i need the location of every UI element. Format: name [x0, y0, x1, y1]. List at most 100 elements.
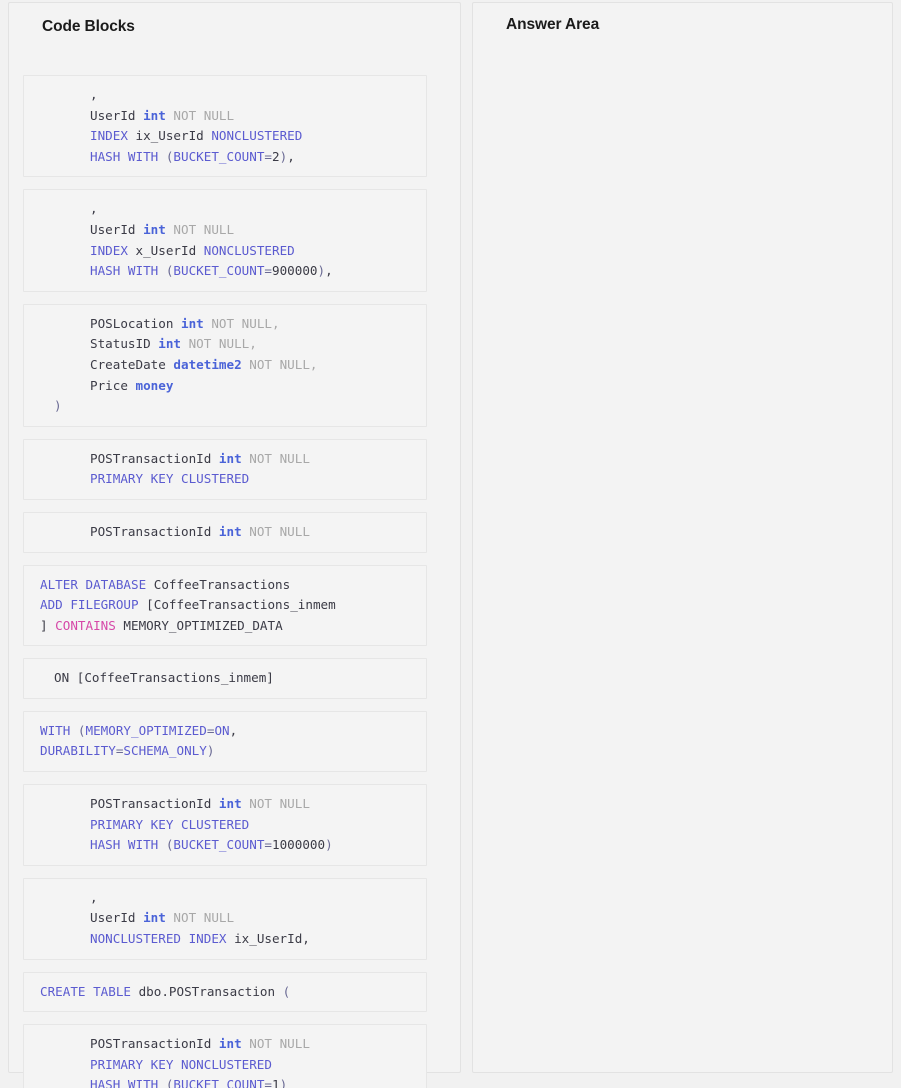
code-line: ,: [24, 888, 420, 909]
code-token: ]: [40, 617, 56, 633]
code-token: int: [218, 450, 242, 466]
drag-drop-exhibit: Code Blocks , UserId int NOT NULL INDEX ix…: [0, 0, 901, 1088]
code-line: ] CONTAINS MEMORY_OPTIMIZED_DATA: [24, 616, 420, 637]
code-block[interactable]: , UserId int NOT NULL INDEX x_UserId NONCL…: [23, 189, 427, 292]
code-token: DURABILITY: [40, 743, 116, 759]
code-token: INDEX: [90, 128, 128, 144]
code-token: ): [279, 1077, 288, 1088]
code-token: BUCKET_COUNT: [173, 263, 265, 279]
code-token: =: [264, 148, 273, 164]
code-line: UserId int NOT NULL: [24, 106, 420, 127]
code-token: NOT NULL,: [203, 315, 280, 331]
code-block[interactable]: POSTransactionId int NOT NULL PRIMARY KEY…: [23, 438, 427, 500]
code-line: HASH WITH (BUCKET_COUNT=1000000): [24, 835, 420, 856]
code-token: POSTransactionId: [90, 796, 219, 812]
code-line: DURABILITY=SCHEMA_ONLY): [24, 741, 420, 762]
code-line: ): [24, 396, 420, 417]
code-line: NONCLUSTERED INDEX ix_UserId,: [24, 929, 420, 950]
code-token: HASH WITH: [90, 837, 166, 853]
code-line: ADD FILEGROUP [CoffeeTransactions_inmem: [24, 595, 420, 616]
code-token: CreateDate: [90, 356, 174, 372]
code-token: PRIMARY KEY NONCLUSTERED: [90, 1056, 272, 1072]
code-block[interactable]: ALTER DATABASE CoffeeTransactions ADD FIL…: [23, 564, 427, 647]
answer-area-panel[interactable]: Answer Area: [472, 2, 893, 1073]
code-token: PRIMARY KEY CLUSTERED: [90, 471, 250, 487]
code-line: POSTransactionId int NOT NULL: [24, 794, 420, 815]
code-block[interactable]: POSTransactionId int NOT NULL PRIMARY KEY…: [23, 1024, 427, 1088]
code-token: StatusID: [90, 336, 159, 352]
code-token: NOT NULL: [241, 450, 310, 466]
code-token: ix_UserId: [127, 128, 212, 144]
code-token: int: [143, 107, 166, 123]
code-line: PRIMARY KEY CLUSTERED: [24, 469, 420, 490]
code-token: =: [264, 1077, 273, 1088]
code-line: CreateDate datetime2 NOT NULL,: [24, 355, 420, 376]
code-token: ): [54, 398, 62, 414]
code-token: MEMORY_OPTIMIZED: [85, 722, 207, 738]
code-line: ALTER DATABASE CoffeeTransactions: [24, 575, 420, 596]
code-token: [CoffeeTransactions_inmem]: [69, 670, 274, 686]
code-blocks-title: Code Blocks: [42, 18, 135, 35]
code-block[interactable]: ON [CoffeeTransactions_inmem]: [23, 658, 427, 699]
code-token: 1: [272, 1077, 280, 1088]
code-token: 1000000: [272, 837, 326, 853]
answer-area-title: Answer Area: [506, 16, 600, 33]
code-token: NOT NULL,: [241, 356, 318, 372]
code-token: int: [158, 336, 181, 352]
code-token: NONCLUSTERED INDEX: [90, 931, 227, 947]
code-line: Price money: [24, 376, 420, 397]
code-line: POSTransactionId int NOT NULL: [24, 1034, 420, 1055]
code-token: 900000: [272, 263, 318, 279]
code-token: 2: [272, 148, 280, 164]
code-token: NOT NULL: [241, 1036, 310, 1052]
code-token: BUCKET_COUNT: [173, 837, 265, 853]
code-token: ix_UserId,: [226, 931, 310, 947]
code-token: NOT NULL,: [181, 336, 257, 352]
code-token: POSTransactionId: [90, 523, 219, 539]
code-token: POSTransactionId: [90, 1036, 219, 1052]
code-token: ): [317, 263, 326, 279]
code-token: ON: [54, 670, 70, 686]
code-block[interactable]: , UserId int NOT NULL INDEX ix_UserId NONC…: [23, 75, 427, 178]
code-token: HASH WITH: [90, 263, 166, 279]
code-token: CoffeeTransactions: [146, 576, 291, 592]
code-token: [CoffeeTransactions_inmem: [138, 597, 336, 613]
code-block[interactable]: , UserId int NOT NULL NONCLUSTERED INDEX i…: [23, 877, 427, 960]
code-block[interactable]: POSTransactionId int NOT NULL PRIMARY KEY…: [23, 784, 427, 866]
code-block[interactable]: POSTransactionId int NOT NULL: [23, 511, 427, 553]
code-line: CREATE TABLE dbo.POSTransaction (: [24, 982, 420, 1003]
code-token: POSLocation: [90, 315, 181, 331]
code-token: MEMORY_OPTIMIZED_DATA: [115, 617, 283, 633]
code-line: UserId int NOT NULL: [24, 220, 420, 241]
code-line: POSTransactionId int NOT NULL: [24, 522, 420, 543]
code-token: ,: [229, 722, 238, 738]
code-token: datetime2: [173, 356, 242, 372]
code-block[interactable]: WITH (MEMORY_OPTIMIZED=ON, DURABILITY=SCH…: [23, 710, 427, 773]
code-token: ,: [287, 148, 295, 164]
code-token: UserId: [90, 910, 144, 926]
code-line: POSLocation int NOT NULL,: [24, 314, 420, 335]
code-token: HASH WITH: [90, 1077, 166, 1088]
code-token: ADD FILEGROUP: [40, 597, 139, 613]
code-token: NOT NULL: [165, 107, 235, 123]
code-block[interactable]: CREATE TABLE dbo.POSTransaction (: [23, 971, 427, 1013]
code-line: PRIMARY KEY NONCLUSTERED: [24, 1055, 420, 1076]
code-token: ,: [325, 263, 333, 279]
code-block[interactable]: POSLocation int NOT NULL, StatusID int NO…: [23, 303, 427, 427]
code-token: =: [264, 263, 273, 279]
code-token: ,: [90, 201, 98, 217]
code-token: int: [181, 315, 204, 331]
code-token: ON: [214, 722, 230, 738]
code-block-list: , UserId int NOT NULL INDEX ix_UserId NONC…: [23, 75, 427, 1088]
code-token: POSTransactionId: [90, 450, 219, 466]
code-line: INDEX ix_UserId NONCLUSTERED: [24, 126, 420, 147]
code-token: NONCLUSTERED: [211, 128, 303, 144]
code-token: WITH: [40, 722, 78, 738]
code-token: int: [143, 910, 166, 926]
code-token: x_UserId: [127, 242, 204, 258]
code-token: int: [218, 523, 242, 539]
code-line: PRIMARY KEY CLUSTERED: [24, 815, 420, 836]
code-token: CREATE TABLE: [40, 983, 131, 999]
code-token: NOT NULL: [165, 221, 235, 237]
code-token: ,: [90, 87, 98, 102]
